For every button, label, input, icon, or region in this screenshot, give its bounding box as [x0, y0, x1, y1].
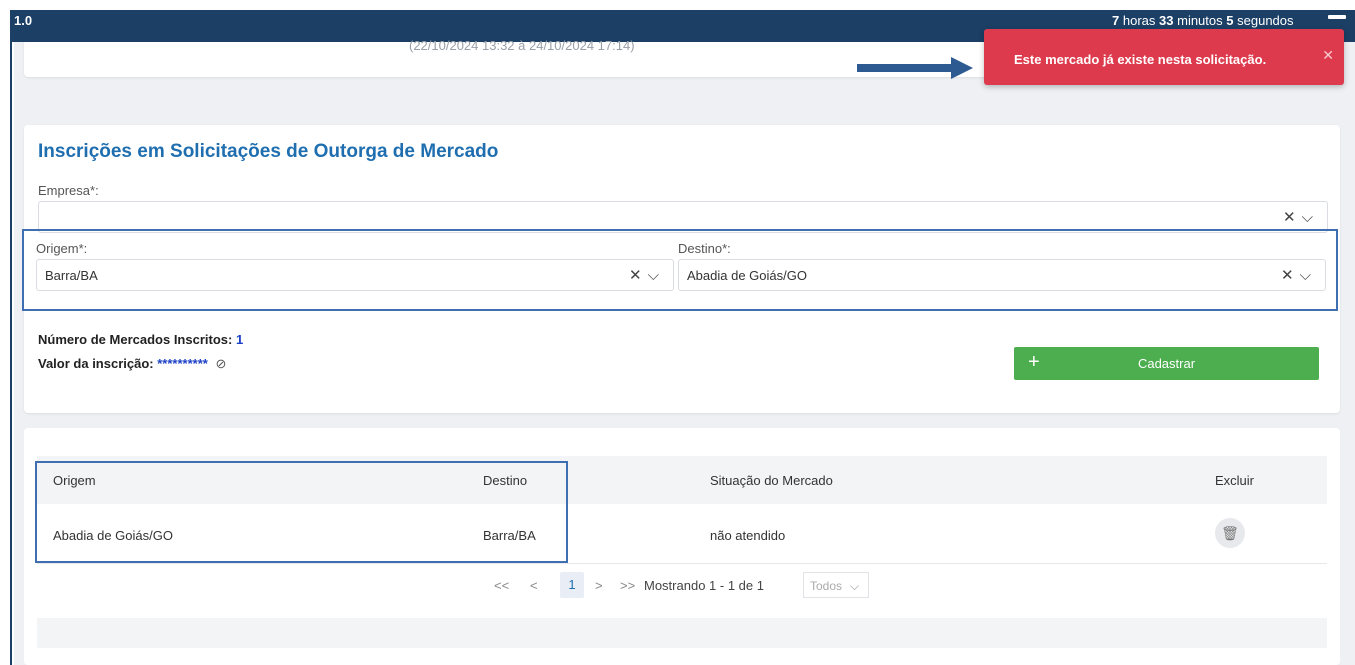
page-title: Inscrições em Solicitações de Outorga de…	[38, 141, 499, 162]
valor-mask: **********	[157, 356, 208, 371]
error-toast: Este mercado já existe nesta solicitação…	[984, 29, 1344, 85]
cadastrar-button[interactable]: + Cadastrar	[1014, 347, 1319, 380]
window-edge	[0, 10, 12, 665]
minimize-button[interactable]	[1328, 15, 1346, 19]
main-content: (22/10/2024 13:32 à 24/10/2024 17:14) In…	[14, 38, 1355, 665]
close-icon[interactable]: ✕	[629, 267, 648, 284]
per-page-select[interactable]: Todos ⌵	[803, 572, 869, 598]
session-timer: 7 horas 33 minutos 5 segundos	[1112, 13, 1294, 28]
chevron-down-icon[interactable]: ⌵	[1302, 209, 1319, 226]
trash-icon[interactable]: 🗑	[1215, 518, 1245, 548]
chevron-down-icon[interactable]: ⌵	[1300, 267, 1317, 284]
column-header-excluir: Excluir	[1215, 473, 1255, 488]
pager-last[interactable]: >>	[620, 578, 635, 593]
origem-select[interactable]: Barra/BA ✕⌵	[36, 259, 674, 291]
pager-next[interactable]: >	[595, 578, 603, 593]
empresa-label: Empresa*:	[38, 183, 99, 198]
app-window: 1.0 7 horas 33 minutos 5 segundos (22/10…	[0, 0, 1355, 665]
mercados-count: 1	[235, 332, 244, 347]
toast-message: Este mercado já existe nesta solicitação…	[1014, 52, 1267, 67]
cadastrar-label: Cadastrar	[1137, 356, 1196, 371]
close-icon[interactable]: ✕	[1283, 209, 1302, 226]
destino-select[interactable]: Abadia de Goiás/GO ✕⌵	[678, 259, 1326, 291]
pager-prev[interactable]: <	[530, 578, 538, 593]
table-footer	[37, 618, 1327, 648]
close-icon[interactable]: ✕	[1281, 267, 1300, 284]
pager-page-1[interactable]: 1	[560, 572, 584, 598]
origem-value: Barra/BA	[45, 268, 98, 283]
inscription-form-card: Inscrições em Solicitações de Outorga de…	[22, 125, 1340, 413]
valor-inscricao: Valor da inscrição: ********** ⊘	[38, 356, 227, 371]
pager-first[interactable]: <<	[494, 578, 509, 593]
eye-off-icon[interactable]: ⊘	[215, 356, 226, 371]
destino-label: Destino*:	[678, 241, 731, 256]
app-version: 1.0	[14, 13, 33, 28]
destino-value: Abadia de Goiás/GO	[687, 268, 807, 283]
origem-label: Origem*:	[36, 241, 88, 256]
chevron-down-icon[interactable]: ⌵	[648, 267, 665, 284]
mercados-inscritos: Número de Mercados Inscritos: 1	[38, 332, 244, 347]
cell-situacao: não atendido	[710, 528, 786, 543]
column-header-situacao[interactable]: Situação do Mercado	[710, 473, 833, 488]
row-highlight	[35, 461, 568, 563]
pager-showing: Mostrando 1 - 1 de 1	[644, 578, 764, 593]
chevron-down-icon: ⌵	[850, 579, 860, 593]
arrow-icon	[857, 57, 973, 79]
markets-table-card: Origem Destino Situação do Mercado Exclu…	[24, 428, 1340, 665]
close-icon[interactable]: ✕	[1322, 47, 1334, 64]
period-text: (22/10/2024 13:32 à 24/10/2024 17:14)	[409, 38, 635, 53]
